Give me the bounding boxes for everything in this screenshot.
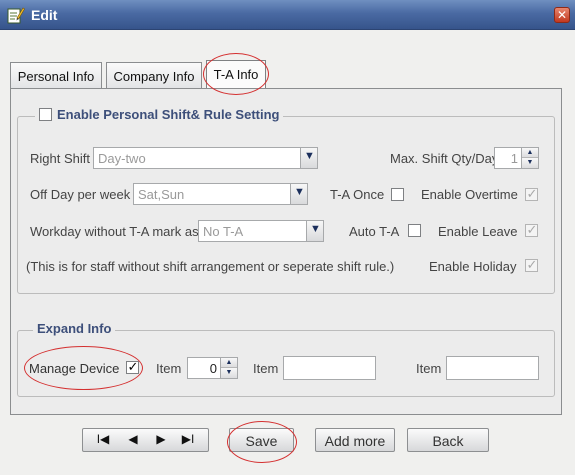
max-shift-spinner[interactable]: 1 ▲ ▼ <box>494 147 539 169</box>
spinner-down-icon[interactable]: ▼ <box>522 158 538 168</box>
close-icon: ✕ <box>556 8 568 22</box>
off-day-select[interactable]: Sat,Sun ▼ <box>133 183 308 205</box>
ta-info-panel: Enable Personal Shift& Rule Setting Righ… <box>10 88 562 415</box>
workday-select[interactable]: No T-A ▼ <box>198 220 324 242</box>
save-button-label: Save <box>245 433 278 449</box>
spinner-up-icon[interactable]: ▲ <box>522 148 538 158</box>
shift-rule-legend-text: Enable Personal Shift& Rule Setting <box>57 107 280 122</box>
workday-value: No T-A <box>203 224 244 239</box>
item-1-spinner[interactable]: 0 ▲ ▼ <box>187 357 238 379</box>
enable-leave-checkbox[interactable]: ✓ <box>525 222 538 237</box>
add-more-button[interactable]: Add more <box>315 428 395 452</box>
first-record-icon[interactable]: I◀ <box>93 432 113 446</box>
checkmark-icon: ✓ <box>526 257 538 272</box>
max-shift-value: 1 <box>510 151 518 166</box>
back-button[interactable]: Back <box>407 428 489 452</box>
enable-holiday-checkbox[interactable]: ✓ <box>525 257 538 272</box>
title-bar: Edit ✕ <box>0 0 575 30</box>
workday-label: Workday without T-A mark as <box>30 224 199 239</box>
item-1-label: Item <box>156 361 182 376</box>
tab-ta-info[interactable]: T-A Info <box>206 60 266 89</box>
tab-label: Company Info <box>113 69 195 84</box>
expand-info-legend: Expand Info <box>33 321 116 336</box>
item-2-label: Item <box>253 361 279 376</box>
next-record-icon[interactable]: ▶ <box>151 432 171 446</box>
enable-overtime-label: Enable Overtime <box>421 187 518 202</box>
off-day-value: Sat,Sun <box>138 187 185 202</box>
window-title: Edit <box>31 7 58 23</box>
off-day-label: Off Day per week <box>30 187 131 202</box>
dropdown-arrow-icon: ▼ <box>290 184 307 204</box>
item-3-label: Item <box>416 361 442 376</box>
manage-device-label: Manage Device <box>29 361 120 376</box>
save-button[interactable]: Save <box>229 428 294 452</box>
item-2-input[interactable] <box>283 356 376 380</box>
tab-personal-info[interactable]: Personal Info <box>10 62 102 89</box>
right-shift-value: Day-two <box>98 151 146 166</box>
enable-leave-label: Enable Leave <box>438 224 518 239</box>
enable-overtime-checkbox[interactable]: ✓ <box>525 186 538 201</box>
ta-once-label: T-A Once <box>330 187 385 202</box>
enable-shift-rule-checkbox[interactable] <box>39 108 52 121</box>
spinner-down-icon[interactable]: ▼ <box>221 368 237 378</box>
ta-once-checkbox[interactable] <box>391 188 404 201</box>
checkmark-icon: ✓ <box>526 222 538 237</box>
max-shift-label: Max. Shift Qty/Day <box>390 151 499 166</box>
record-navigator: I◀ ◀ ▶ ▶I <box>82 428 209 452</box>
last-record-icon[interactable]: ▶I <box>178 432 198 446</box>
checkmark-icon: ✓ <box>127 359 139 374</box>
right-shift-label: Right Shift <box>30 151 90 166</box>
item-1-value: 0 <box>209 361 217 376</box>
tab-label: Personal Info <box>17 69 95 84</box>
manage-device-checkbox[interactable]: ✓ <box>126 359 139 374</box>
tab-company-info[interactable]: Company Info <box>106 62 202 89</box>
shift-rule-legend: Enable Personal Shift& Rule Setting <box>35 107 284 122</box>
enable-holiday-label: Enable Holiday <box>429 259 517 274</box>
auto-ta-label: Auto T-A <box>349 224 400 239</box>
item-3-input[interactable] <box>446 356 539 380</box>
previous-record-icon[interactable]: ◀ <box>123 432 143 446</box>
checkmark-icon: ✓ <box>526 186 538 201</box>
shift-note: (This is for staff without shift arrange… <box>26 259 395 274</box>
close-button[interactable]: ✕ <box>554 7 570 23</box>
back-button-label: Back <box>432 433 464 449</box>
add-more-button-label: Add more <box>324 433 386 449</box>
spinner-up-icon[interactable]: ▲ <box>221 358 237 368</box>
dropdown-arrow-icon: ▼ <box>306 221 323 241</box>
dropdown-arrow-icon: ▼ <box>300 148 317 168</box>
edit-icon <box>7 7 25 24</box>
right-shift-select[interactable]: Day-two ▼ <box>93 147 318 169</box>
auto-ta-checkbox[interactable] <box>408 224 421 237</box>
tab-label: T-A Info <box>213 67 259 82</box>
